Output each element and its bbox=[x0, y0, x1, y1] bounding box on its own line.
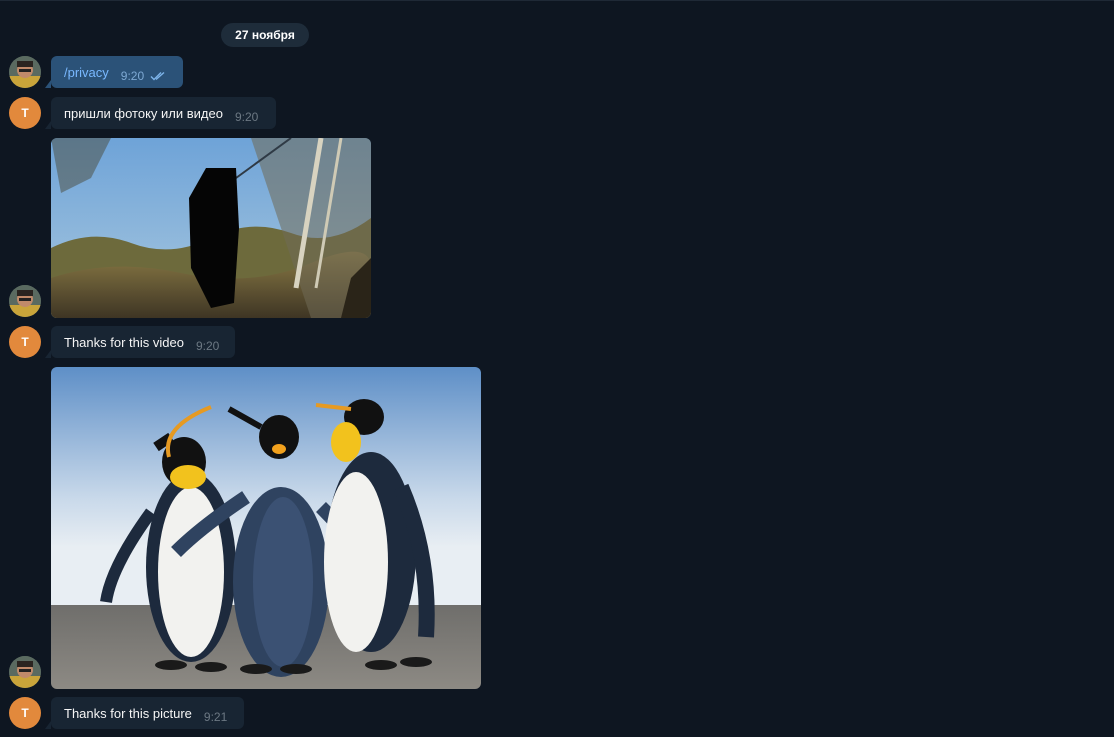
bubble-tail bbox=[45, 80, 51, 88]
message-text[interactable]: пришли фотоку или видео bbox=[64, 106, 223, 121]
video-message[interactable] bbox=[51, 138, 371, 318]
message-time: 9:20 bbox=[195, 339, 220, 353]
bot-avatar-initial: T bbox=[21, 106, 29, 120]
message-bubble-incoming[interactable]: Thanks for this video 9:20 bbox=[45, 326, 235, 358]
user-avatar[interactable] bbox=[9, 285, 41, 317]
message-bubble-incoming[interactable]: Thanks for this picture 9:21 bbox=[45, 697, 244, 729]
double-check-icon bbox=[150, 69, 168, 84]
bubble-tail bbox=[45, 721, 51, 729]
message-time: 9:21 bbox=[203, 710, 228, 724]
bubble-tail bbox=[45, 350, 51, 358]
bot-avatar[interactable]: T bbox=[9, 97, 41, 129]
message-text[interactable]: /privacy bbox=[64, 65, 109, 80]
video-thumbnail bbox=[51, 138, 371, 318]
message-bubble-outgoing[interactable]: /privacy 9:20 bbox=[45, 56, 183, 88]
photo-message[interactable] bbox=[51, 367, 481, 689]
bubble-tail bbox=[45, 121, 51, 129]
message-time: 9:20 bbox=[234, 110, 259, 124]
bot-avatar[interactable]: T bbox=[9, 697, 41, 729]
top-divider bbox=[0, 0, 1114, 1]
user-avatar-image bbox=[9, 656, 41, 688]
bot-avatar-initial: T bbox=[21, 335, 29, 349]
user-avatar[interactable] bbox=[9, 56, 41, 88]
user-avatar[interactable] bbox=[9, 656, 41, 688]
bot-avatar[interactable]: T bbox=[9, 326, 41, 358]
message-bubble-incoming[interactable]: пришли фотоку или видео 9:20 bbox=[45, 97, 276, 129]
message-text[interactable]: Thanks for this picture bbox=[64, 706, 192, 721]
message-time: 9:20 bbox=[120, 69, 145, 83]
bot-avatar-initial: T bbox=[21, 706, 29, 720]
user-avatar-image bbox=[9, 56, 41, 88]
photo-image bbox=[51, 367, 481, 689]
message-text[interactable]: Thanks for this video bbox=[64, 335, 184, 350]
user-avatar-image bbox=[9, 285, 41, 317]
date-separator: 27 ноября bbox=[221, 23, 309, 47]
